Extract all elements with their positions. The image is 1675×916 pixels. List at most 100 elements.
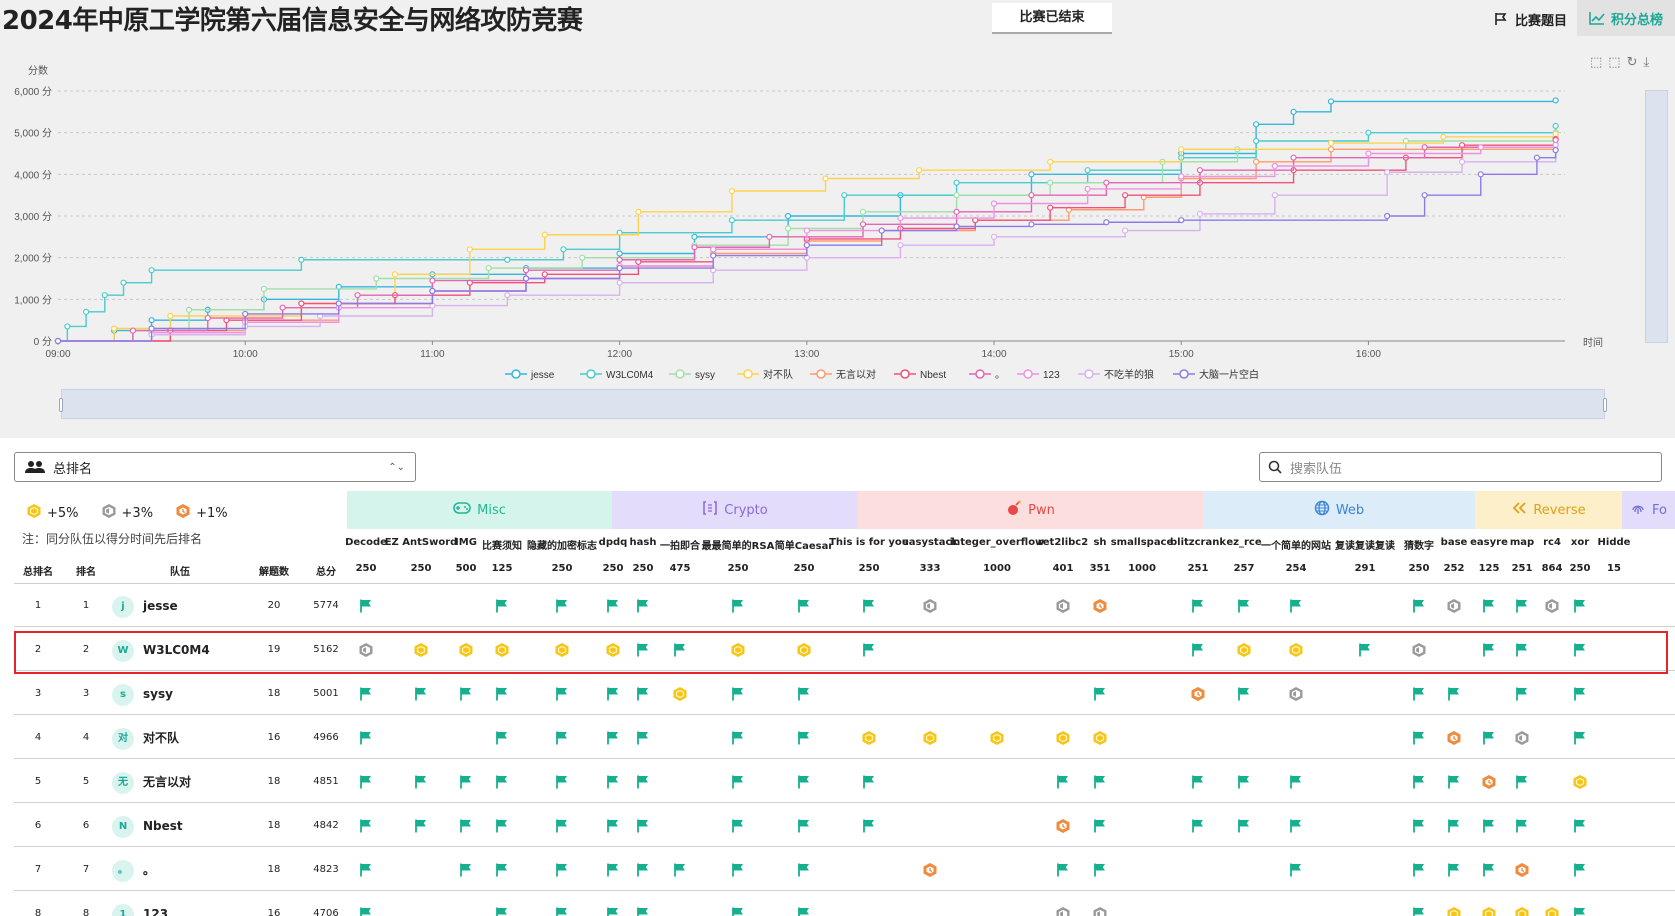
data-point (1028, 221, 1035, 228)
challenge-name[interactable]: 隐藏的加密标志 (527, 537, 597, 552)
legend-item-3: 对不队 (737, 368, 793, 381)
data-point (616, 250, 623, 257)
challenge-score: 125 (1478, 563, 1500, 574)
search-placeholder: 搜索队伍 (1290, 461, 1343, 477)
flag-icon (1446, 818, 1462, 834)
data-point (1477, 171, 1484, 178)
avatar: 无 (112, 772, 134, 794)
col-total: 总分 (316, 567, 336, 578)
avatar: s (112, 684, 134, 706)
challenge-name[interactable]: 猜数字 (1404, 537, 1434, 552)
problems-button[interactable]: 比赛题目 (1484, 2, 1577, 36)
flag-icon (1514, 774, 1530, 790)
challenge-name[interactable]: Decode (345, 537, 387, 548)
overall-rank: 7 (34, 864, 42, 875)
legend-item-0: jesse (505, 369, 555, 381)
team-name[interactable]: Nbest (143, 804, 183, 848)
challenge-name[interactable]: 最最简单的RSA (702, 537, 775, 552)
flag-icon (413, 686, 429, 702)
scoreboard-button[interactable]: 积分总榜 (1577, 0, 1675, 36)
avatar: 。 (112, 860, 134, 882)
bonus-label: +1% (196, 505, 228, 521)
table-row[interactable]: 3 3 s sysy 18 5001 (0, 672, 1675, 716)
challenge-name[interactable]: map (1510, 537, 1534, 548)
data-point (429, 277, 436, 284)
chart-vertical-slider[interactable] (1645, 90, 1668, 343)
flag-icon (358, 598, 374, 614)
data-point (1365, 129, 1372, 136)
page-title: 2024年中原工学院第六届信息安全与网络攻防竞赛 (2, 6, 583, 36)
legend-marker (743, 369, 753, 379)
data-point (120, 279, 127, 286)
challenge-name[interactable]: base (1441, 537, 1468, 548)
zoom-handle-left[interactable] (59, 398, 63, 412)
table-row[interactable]: 6 6 N Nbest 18 4842 (0, 804, 1675, 848)
team-name[interactable]: 对不队 (143, 716, 179, 760)
challenge-name[interactable]: hash (630, 537, 657, 548)
challenge-name[interactable]: integer_overflow (950, 537, 1045, 548)
data-point (185, 306, 193, 313)
challenge-name[interactable]: IMG (455, 537, 477, 548)
rank: 7 (82, 864, 90, 875)
challenge-name[interactable]: dpdq (599, 537, 628, 548)
challenge-name[interactable]: Hidde (1598, 537, 1631, 548)
col-overall-rank: 总排名 (23, 567, 53, 578)
challenge-name[interactable]: ez_rce (1226, 537, 1261, 548)
data-point (1196, 167, 1204, 174)
data-point (373, 275, 380, 282)
flag-icon (796, 818, 812, 834)
challenge-name[interactable]: 比赛须知 (482, 537, 522, 552)
challenge-name[interactable]: easyre (1470, 537, 1508, 548)
contest-status-tab[interactable]: 比赛已结束 (992, 3, 1112, 34)
data-point (560, 246, 567, 253)
table-row[interactable]: 5 5 无无言以对 18 4851 (0, 760, 1675, 804)
challenge-name[interactable]: 复读复读复读 (1335, 537, 1395, 552)
flag-icon (1481, 818, 1497, 834)
challenge-name[interactable]: sh (1093, 537, 1106, 548)
data-point (111, 325, 118, 332)
zoom-handle-right[interactable] (1603, 398, 1607, 412)
data-point (1533, 154, 1541, 161)
data-point (1178, 173, 1185, 180)
team-name[interactable]: 无言以对 (143, 760, 191, 804)
team-name[interactable]: jesse (143, 584, 178, 628)
gold-medal-icon (1055, 730, 1071, 746)
table-row[interactable]: 4 4 对对不队 16 4966 (0, 716, 1675, 760)
challenge-name[interactable]: smallspace (1111, 537, 1174, 548)
data-point (1365, 150, 1372, 157)
data-point (541, 231, 548, 238)
challenge-name[interactable]: ret2libc2 (1038, 537, 1088, 548)
rank-type-select[interactable]: 总排名 ⌃⌄ (14, 452, 416, 482)
team-name[interactable]: sysy (143, 672, 173, 716)
chart-zoom-slider[interactable] (59, 389, 1607, 419)
challenge-score: 250 (632, 563, 654, 574)
category-label: Web (1335, 502, 1365, 518)
challenge-name[interactable]: blitzcrank (1170, 537, 1226, 548)
flag-icon (554, 862, 570, 878)
challenge-name[interactable]: 简单Caesar (775, 537, 834, 552)
y-tick-label: 1,000 分 (14, 294, 52, 306)
challenge-score: 250 (602, 563, 624, 574)
challenge-name[interactable]: xor (1571, 537, 1589, 548)
challenge-name[interactable]: EZ AntSword (385, 537, 458, 548)
flag-icon (1411, 774, 1427, 790)
data-point (64, 323, 71, 330)
challenge-name[interactable]: 一个简单的网站 (1261, 537, 1331, 552)
team-name[interactable]: 。 (143, 848, 155, 892)
highlight-box (14, 631, 1668, 674)
legend-item-5: Nbest (894, 369, 946, 381)
col-team: 队伍 (170, 567, 190, 578)
table-row[interactable]: 1 1 j jesse 20 5774 (0, 584, 1675, 628)
challenge-name[interactable]: rc4 (1543, 537, 1561, 548)
challenge-name[interactable]: 一拍即合 (660, 537, 700, 552)
table-row[interactable]: 7 7 。。 18 4823 (0, 848, 1675, 892)
data-point (953, 223, 960, 230)
data-point (391, 271, 399, 278)
team-name[interactable]: 123 (143, 892, 168, 916)
flag-icon (494, 862, 510, 878)
col-solved: 解题数 (259, 567, 289, 578)
table-row[interactable]: 8 8 1 123 16 4706 (0, 892, 1675, 916)
challenge-name[interactable]: This is for you (829, 537, 909, 548)
team-search-input[interactable]: 搜索队伍 (1259, 452, 1662, 482)
download-icon[interactable]: ⤓ (1644, 56, 1650, 70)
